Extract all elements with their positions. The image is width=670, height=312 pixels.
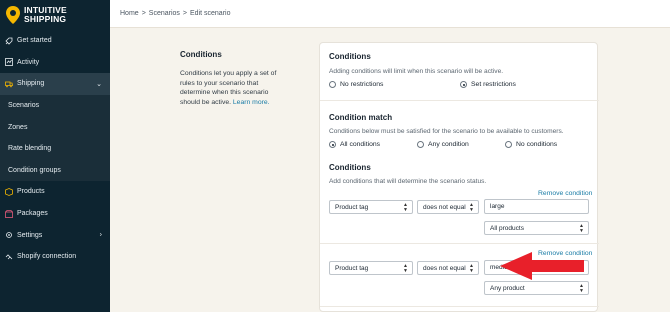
sidebar-item-products[interactable]: Products [0,181,110,203]
condition-value-input[interactable]: large [484,199,589,214]
input-value: large [490,203,505,210]
sidebar: INTUITIVE SHIPPING Get started Activity … [0,0,110,312]
divider [320,100,599,101]
condition-field-select[interactable]: Product tag ▲ ▼ [329,200,413,214]
select-arrows-icon: ▲ ▼ [469,263,474,274]
radio-button-selected[interactable] [329,141,336,148]
sidebar-item-rate-blending[interactable]: Rate blending [0,137,110,160]
sidebar-item-label: Activity [17,58,40,66]
red-arrow-annotation-icon [500,252,584,280]
intro-title: Conditions [180,50,222,59]
select-value: All products [490,224,524,232]
breadcrumb-current: Edit scenario [190,10,231,17]
sidebar-item-label: Rate blending [8,145,52,153]
sidebar-item-label: Get started [17,37,52,45]
select-arrows-icon: ▲ ▼ [579,223,584,234]
sidebar-item-label: Shopify connection [17,253,77,261]
radio-no-conditions[interactable]: No conditions [505,141,557,148]
sidebar-item-scenarios[interactable]: Scenarios [0,94,110,117]
select-value: Any product [490,284,525,292]
sidebar-item-label: Settings [17,231,43,239]
divider [320,306,599,307]
sidebar-item-packages[interactable]: Packages [0,203,110,225]
breadcrumb-separator: > [141,10,146,17]
radio-button[interactable] [329,81,336,88]
select-arrows-icon: ▲ ▼ [469,202,474,213]
radio-button[interactable] [505,141,512,148]
sidebar-item-condition-groups[interactable]: Condition groups [0,159,110,182]
sidebar-item-label: Zones [8,123,28,131]
breadcrumb-home[interactable]: Home [120,10,139,17]
radio-label: Any condition [428,141,469,148]
sidebar-item-label: Condition groups [8,166,61,174]
section-title-conditions-list: Conditions [329,163,371,172]
select-value: does not equal [423,203,466,211]
conditions-intro: Conditions Conditions let you apply a se… [180,50,290,107]
radio-label: All conditions [340,141,381,148]
divider [320,243,599,244]
box-icon [5,188,13,196]
sidebar-item-shopify-connection[interactable]: Shopify connection [0,246,110,268]
breadcrumb: Home > Scenarios > Edit scenario [110,0,670,28]
sidebar-item-label: Packages [17,210,48,218]
sidebar-item-zones[interactable]: Zones [0,116,110,138]
sidebar-item-label: Products [17,188,45,196]
condition-match-description: Conditions below must be satisfied for t… [329,128,564,135]
select-value: Product tag [335,264,369,272]
activity-icon [5,58,13,67]
gear-icon [6,232,12,239]
radio-button-selected[interactable] [460,81,467,88]
radio-label: No conditions [516,141,558,148]
condition-operator-select[interactable]: does not equal ▲ ▼ [417,200,479,214]
sidebar-item-shipping[interactable]: Shipping ⌄ [0,73,110,95]
package-icon [5,209,13,218]
radio-label: No restrictions [340,81,384,88]
sidebar-item-label: Scenarios [8,102,40,110]
conditions-list-description: Add conditions that will determine the s… [329,178,487,185]
radio-any-condition[interactable]: Any condition [417,141,469,148]
radio-set-restrictions[interactable]: Set restrictions [460,81,516,88]
location-pin-icon [6,6,20,24]
sidebar-item-activity[interactable]: Activity [0,52,110,74]
sidebar-item-label: Shipping [17,80,45,88]
select-value: does not equal [423,264,466,272]
brand-line2: SHIPPING [24,14,67,24]
remove-condition-link[interactable]: Remove condition [538,190,592,197]
intro-body: Conditions let you apply a set of rules … [180,69,290,107]
section-title-conditions: Conditions [329,52,371,61]
select-arrows-icon: ▲ ▼ [403,202,408,213]
condition-scope-select[interactable]: All products ▲ ▼ [484,221,589,235]
sidebar-item-settings[interactable]: Settings › [0,224,110,246]
chevron-down-icon: ⌄ [96,80,102,88]
section-title-condition-match: Condition match [329,113,393,122]
app-logo[interactable]: INTUITIVE SHIPPING [0,0,110,30]
condition-scope-select[interactable]: Any product ▲ ▼ [484,281,589,295]
sidebar-item-get-started[interactable]: Get started [0,30,110,52]
select-arrows-icon: ▲ ▼ [579,283,584,294]
radio-all-conditions[interactable]: All conditions [329,141,380,148]
rocket-icon [5,37,13,45]
chevron-right-icon: › [99,231,102,239]
radio-no-restrictions[interactable]: No restrictions [329,81,383,88]
condition-field-select[interactable]: Product tag ▲ ▼ [329,261,413,275]
breadcrumb-scenarios[interactable]: Scenarios [149,10,180,17]
learn-more-link[interactable]: Learn more. [233,99,270,106]
truck-icon [5,81,13,88]
conditions-description: Adding conditions will limit when this s… [329,68,504,75]
brand-name: INTUITIVE SHIPPING [24,6,67,24]
radio-label: Set restrictions [471,81,516,88]
select-value: Product tag [335,203,369,211]
select-arrows-icon: ▲ ▼ [403,263,408,274]
link-icon [5,254,13,260]
breadcrumb-separator: > [182,10,188,17]
radio-button[interactable] [417,141,424,148]
condition-operator-select[interactable]: does not equal ▲ ▼ [417,261,479,275]
